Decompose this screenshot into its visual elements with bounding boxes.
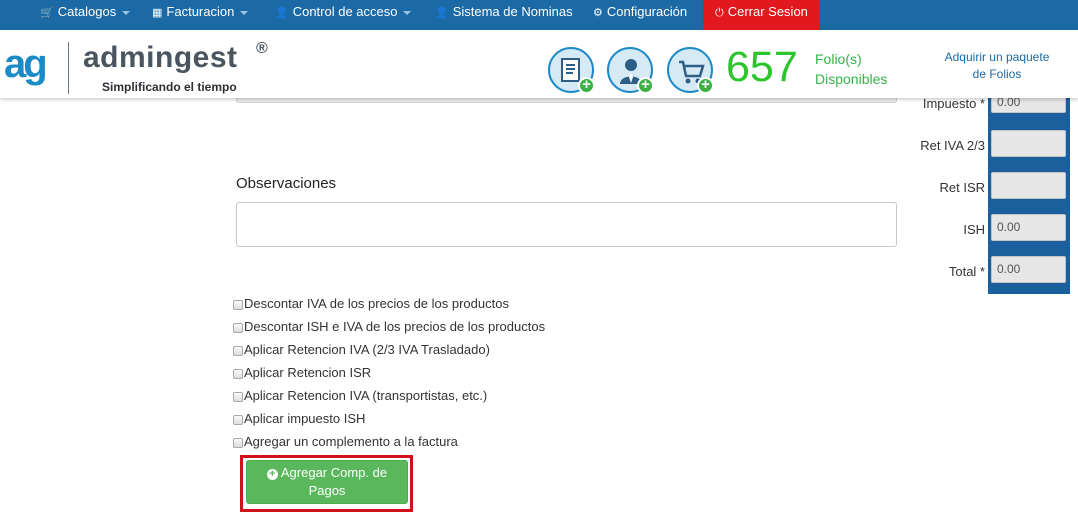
checkbox[interactable] bbox=[233, 392, 243, 402]
checkbox[interactable] bbox=[233, 438, 243, 448]
top-navbar: 🛒 Catalogos ▦ Facturacion 👤 Control de acce… bbox=[0, 0, 1078, 30]
add-payment-complement-button[interactable]: + Agregar Comp. de Pagos bbox=[246, 460, 408, 504]
ret-isr-field[interactable] bbox=[991, 172, 1066, 199]
cart-icon: 🛒 bbox=[40, 7, 54, 19]
observaciones-textarea[interactable] bbox=[236, 202, 897, 247]
checkbox[interactable] bbox=[233, 323, 243, 333]
plus-circle-icon: + bbox=[266, 469, 278, 480]
nav-facturacion-label: Facturacion bbox=[166, 4, 235, 19]
user-icon: 👤 bbox=[435, 7, 449, 19]
new-invoice-button[interactable]: + bbox=[548, 47, 595, 94]
option-label: Aplicar impuesto ISH bbox=[244, 411, 366, 426]
qrcode-icon: ▦ bbox=[152, 7, 163, 19]
brand-tagline: Simplificando el tiempo bbox=[102, 80, 237, 94]
option-agregar-complemento[interactable]: Agregar un complemento a la factura bbox=[233, 434, 458, 452]
power-icon: ⏻ bbox=[715, 7, 724, 19]
buy-folios-line1: Adquirir un paquete bbox=[944, 50, 1050, 64]
option-descontar-iva[interactable]: Descontar IVA de los precios de los prod… bbox=[233, 296, 509, 314]
option-label: Aplicar Retencion IVA (transportistas, e… bbox=[244, 388, 488, 403]
folio-count: 657 bbox=[726, 43, 798, 91]
option-retencion-iva-23[interactable]: Aplicar Retencion IVA (2/3 IVA Trasladad… bbox=[233, 342, 490, 360]
option-label: Aplicar Retencion ISR bbox=[244, 365, 372, 380]
brand-header: ag admingest ® Simplificando el tiempo +… bbox=[0, 30, 1078, 98]
buy-folios-link[interactable]: Adquirir un paquete de Folios bbox=[938, 49, 1056, 83]
chevron-down-icon bbox=[122, 10, 131, 15]
button-label-line2: Pagos bbox=[308, 483, 346, 498]
option-label: Descontar IVA de los precios de los prod… bbox=[244, 296, 509, 311]
plus-icon: + bbox=[578, 77, 595, 94]
ret-iva-field[interactable] bbox=[991, 130, 1066, 157]
nav-catalogos-label: Catalogos bbox=[57, 4, 117, 19]
checkbox[interactable] bbox=[233, 300, 243, 310]
nav-nominas[interactable]: 👤 Sistema de Nominas bbox=[435, 0, 573, 30]
button-label-line1: Agregar Comp. de bbox=[280, 465, 388, 480]
nav-catalogos[interactable]: 🛒 Catalogos bbox=[40, 0, 131, 30]
nav-control-acceso-label: Control de acceso bbox=[292, 4, 398, 19]
ret-iva-label: Ret IVA 2/3 bbox=[920, 138, 985, 153]
user-icon: 👤 bbox=[275, 7, 289, 19]
ish-field[interactable]: 0.00 bbox=[991, 214, 1066, 241]
option-impuesto-ish[interactable]: Aplicar impuesto ISH bbox=[233, 411, 365, 429]
option-label: Descontar ISH e IVA de los precios de lo… bbox=[244, 319, 546, 334]
option-label: Agregar un complemento a la factura bbox=[244, 434, 458, 449]
plus-icon: + bbox=[697, 77, 714, 94]
nav-nominas-label: Sistema de Nominas bbox=[452, 4, 573, 19]
total-label: Total * bbox=[948, 264, 985, 279]
nav-cerrar-sesion-label: Cerrar Sesion bbox=[727, 4, 808, 19]
checkbox[interactable] bbox=[233, 369, 243, 379]
gear-icon: ⚙ bbox=[593, 7, 603, 19]
checkbox[interactable] bbox=[233, 415, 243, 425]
option-retencion-iva-transportistas[interactable]: Aplicar Retencion IVA (transportistas, e… bbox=[233, 388, 487, 406]
folio-label: Folio(s) Disponibles bbox=[815, 49, 887, 89]
registered-mark: ® bbox=[256, 40, 268, 57]
logo-divider bbox=[68, 42, 69, 94]
buy-folios-line2: de Folios bbox=[972, 67, 1022, 81]
brand-logo-name[interactable]: admingest bbox=[83, 41, 238, 75]
impuesto-label: Impuesto * bbox=[922, 96, 985, 111]
brand-logo-mark[interactable]: ag bbox=[4, 42, 48, 86]
plus-icon: + bbox=[637, 77, 654, 94]
nav-configuracion[interactable]: ⚙ Configuración bbox=[593, 0, 687, 30]
folio-label-line2: Disponibles bbox=[815, 71, 888, 87]
chevron-down-icon bbox=[240, 10, 249, 15]
checkbox[interactable] bbox=[233, 346, 243, 356]
option-label: Aplicar Retencion IVA (2/3 IVA Trasladad… bbox=[244, 342, 490, 357]
new-product-button[interactable]: + bbox=[667, 47, 714, 94]
folio-label-line1: Folio(s) bbox=[815, 51, 862, 67]
nav-control-acceso[interactable]: 👤 Control de acceso bbox=[275, 0, 412, 30]
nav-facturacion[interactable]: ▦ Facturacion bbox=[152, 0, 249, 30]
ish-label: ISH bbox=[963, 222, 985, 237]
total-field[interactable]: 0.00 bbox=[991, 256, 1066, 283]
option-descontar-ish-iva[interactable]: Descontar ISH e IVA de los precios de lo… bbox=[233, 319, 545, 337]
ret-isr-label: Ret ISR bbox=[939, 180, 985, 195]
nav-cerrar-sesion[interactable]: ⏻ Cerrar Sesion bbox=[703, 0, 820, 30]
observaciones-label: Observaciones bbox=[236, 175, 337, 192]
nav-configuracion-label: Configuración bbox=[606, 4, 688, 19]
new-client-button[interactable]: + bbox=[607, 47, 654, 94]
chevron-down-icon bbox=[403, 10, 412, 15]
option-retencion-isr[interactable]: Aplicar Retencion ISR bbox=[233, 365, 371, 383]
